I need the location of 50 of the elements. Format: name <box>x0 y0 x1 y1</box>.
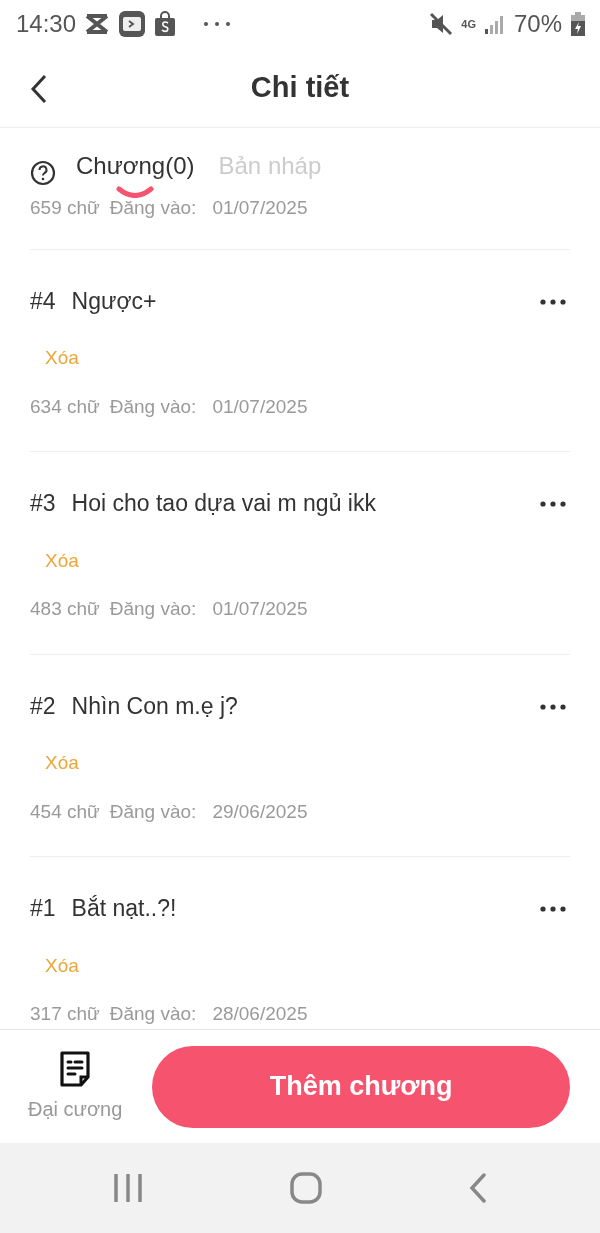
chapter-title: Nhìn Con m.ẹ j? <box>71 691 238 721</box>
chapter-number: #2 <box>30 691 56 721</box>
more-icon <box>540 906 566 912</box>
network-type: 4G <box>461 18 476 30</box>
word-count: 317 chữ <box>30 1002 100 1026</box>
more-icon <box>540 501 566 507</box>
published-label: Đăng vào: <box>109 196 197 220</box>
publish-date: 01/07/2025 <box>212 196 308 220</box>
delete-link[interactable]: Xóa <box>45 546 79 575</box>
delete-link[interactable]: Xóa <box>45 344 79 373</box>
tab-indicator <box>116 186 155 198</box>
chapter-number: #4 <box>30 286 56 316</box>
publish-date: 28/06/2025 <box>212 1002 308 1026</box>
more-notifications-icon <box>202 20 233 28</box>
more-icon <box>540 703 566 710</box>
published-label: Đăng vào: <box>109 597 197 621</box>
published-label: Đăng vào: <box>109 394 197 419</box>
chapter-title: Hoi cho tao dựa vai m ngủ ikk <box>71 489 376 518</box>
battery-level: 70% <box>513 9 562 39</box>
outline-button[interactable]: Đại cương <box>28 1049 123 1124</box>
add-chapter-button[interactable]: Thêm chương <box>152 1045 570 1128</box>
play-icon <box>118 10 147 38</box>
word-count: 659 chữ <box>30 196 100 220</box>
recent-apps-icon <box>113 1174 144 1202</box>
back-icon <box>468 1173 487 1203</box>
battery-charging-icon <box>570 12 586 36</box>
published-label: Đăng vào: <box>109 799 197 824</box>
document-icon <box>58 1049 93 1088</box>
tab[interactable]: Chương(0) <box>76 148 195 184</box>
published-label: Đăng vào: <box>109 1002 197 1026</box>
delete-link[interactable]: Xóa <box>45 749 79 778</box>
chapter-number: #3 <box>30 489 56 518</box>
home-icon <box>290 1172 322 1204</box>
help-icon <box>30 160 56 186</box>
chapter-title: Bắt nạt..?! <box>71 894 177 923</box>
delete-link[interactable]: Xóa <box>45 951 79 980</box>
mute-icon <box>429 12 454 36</box>
signal-icon <box>483 14 506 34</box>
word-count: 454 chữ <box>30 799 100 824</box>
status-time: 14:30 <box>16 9 77 39</box>
chapter-title: Ngược+ <box>71 286 157 316</box>
page-title: Chi tiết <box>250 69 350 105</box>
more-icon <box>540 298 566 305</box>
chapter-number: #1 <box>30 894 56 923</box>
word-count: 634 chữ <box>30 394 100 419</box>
shopping-bag-icon <box>154 11 177 37</box>
publish-date: 01/07/2025 <box>212 597 308 621</box>
word-count: 483 chữ <box>30 597 100 621</box>
publish-date: 01/07/2025 <box>212 394 308 419</box>
publish-date: 29/06/2025 <box>212 799 308 824</box>
